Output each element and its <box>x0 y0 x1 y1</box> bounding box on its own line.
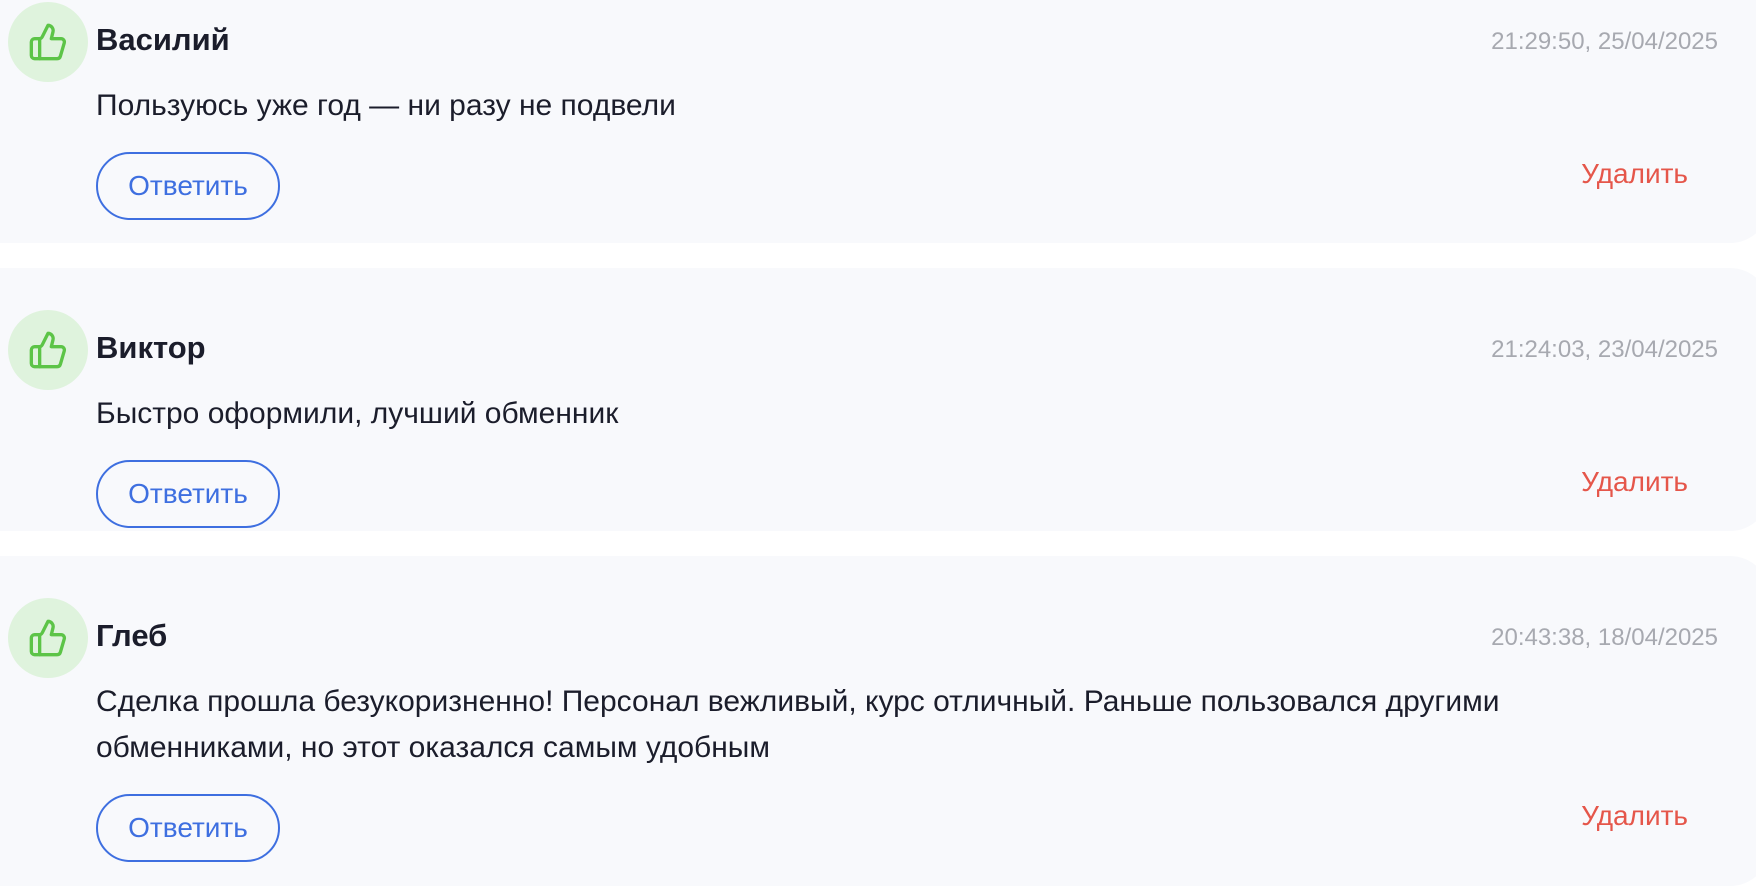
review-datetime: 21:24:03, 23/04/2025 <box>1491 336 1718 363</box>
review-author: Василий <box>96 22 230 57</box>
delete-link[interactable]: Удалить <box>1581 158 1688 190</box>
review-author: Глеб <box>96 618 168 653</box>
delete-link[interactable]: Удалить <box>1581 466 1688 498</box>
reply-button[interactable]: Ответить <box>96 794 280 862</box>
thumbs-up-icon <box>8 310 88 390</box>
reply-button[interactable]: Ответить <box>96 152 280 220</box>
delete-link[interactable]: Удалить <box>1581 800 1688 832</box>
review-text: Пользуюсь уже год — ни разу не подвели <box>96 89 676 122</box>
review-card: Виктор 21:24:03, 23/04/2025 Быстро оформ… <box>0 268 1756 531</box>
review-datetime: 21:29:50, 25/04/2025 <box>1491 28 1718 55</box>
review-datetime: 20:43:38, 18/04/2025 <box>1491 624 1718 651</box>
reply-button[interactable]: Ответить <box>96 460 280 528</box>
reviews-list: Василий 21:29:50, 25/04/2025 Пользуюсь у… <box>0 0 1756 886</box>
review-card: Василий 21:29:50, 25/04/2025 Пользуюсь у… <box>0 0 1756 243</box>
thumbs-up-icon <box>8 598 88 678</box>
review-author: Виктор <box>96 330 206 365</box>
thumbs-up-icon <box>8 2 88 82</box>
review-text: Сделка прошла безукоризненно! Персонал в… <box>96 685 1500 764</box>
review-card: Глеб 20:43:38, 18/04/2025 Сделка прошла … <box>0 556 1756 886</box>
review-text: Быстро оформили, лучший обменник <box>96 397 619 430</box>
